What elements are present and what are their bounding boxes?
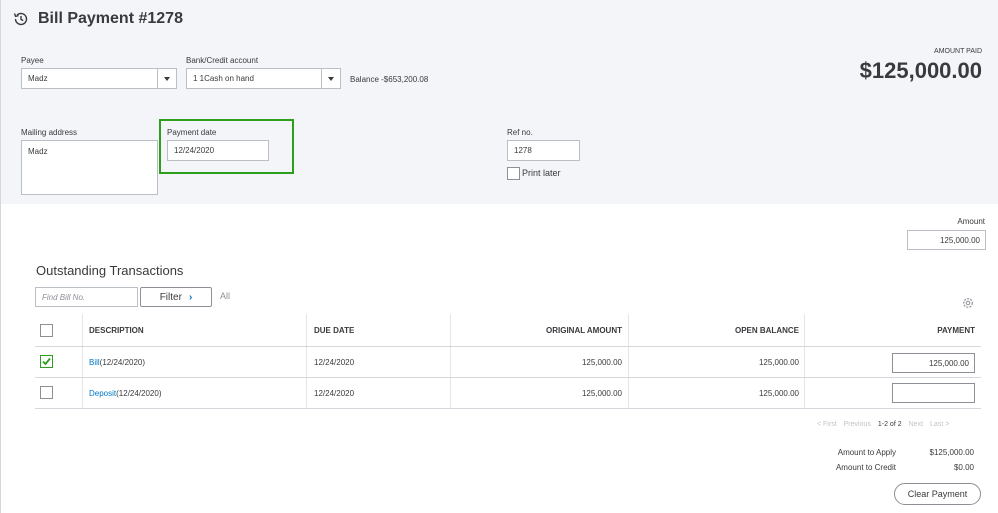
- clear-payment-button[interactable]: Clear Payment: [894, 483, 981, 505]
- row-due-date: 12/24/2020: [314, 357, 355, 367]
- mailing-address-label: Mailing address: [21, 128, 78, 137]
- ref-no-field[interactable]: 1278: [507, 140, 580, 161]
- pagination: < First Previous 1-2 of 2 Next Last >: [817, 421, 949, 428]
- column-header-payment[interactable]: PAYMENT: [937, 314, 975, 346]
- row-checkbox[interactable]: [40, 386, 53, 399]
- row-description-date: (12/24/2020): [116, 388, 162, 398]
- payment-date-label: Payment date: [167, 128, 217, 137]
- filter-label: Filter: [159, 291, 182, 303]
- mailing-address-field[interactable]: Madz: [21, 140, 158, 195]
- title-row: Bill Payment #1278: [12, 10, 183, 28]
- row-due-date: 12/24/2020: [314, 388, 355, 398]
- row-description-date: (12/24/2020): [99, 357, 146, 367]
- pager-next[interactable]: Next: [909, 421, 923, 428]
- payee-value: Madz: [28, 74, 48, 83]
- row-description: Bill (12/24/2020): [89, 347, 145, 377]
- print-later-label: Print later: [522, 168, 561, 178]
- deposit-link[interactable]: Deposit: [89, 389, 116, 398]
- chevron-down-icon[interactable]: [157, 69, 176, 88]
- balance-text: Balance -$653,200.08: [350, 75, 429, 84]
- bill-link[interactable]: Bill: [89, 358, 100, 367]
- payee-label: Payee: [21, 56, 44, 65]
- print-later-checkbox[interactable]: [507, 167, 520, 180]
- checkmark-icon: [42, 357, 51, 366]
- bank-account-value: 1 1Cash on hand: [193, 74, 254, 83]
- gear-icon[interactable]: [961, 296, 975, 310]
- ref-no-label: Ref no.: [507, 128, 533, 137]
- bank-account-select[interactable]: 1 1Cash on hand: [186, 68, 341, 89]
- filter-state-label: All: [220, 291, 231, 301]
- filter-button[interactable]: Filter ›: [140, 287, 212, 307]
- table-row: Bill (12/24/2020) 12/24/2020 125,000.00 …: [35, 347, 981, 378]
- row-checkbox-checked[interactable]: [40, 355, 53, 368]
- pager-previous[interactable]: Previous: [844, 421, 871, 428]
- row-original-amount: 125,000.00: [581, 357, 622, 367]
- amount-label: Amount: [957, 217, 985, 226]
- row-open-balance: 125,000.00: [758, 388, 799, 398]
- amount-paid-label: AMOUNT PAID: [934, 48, 982, 55]
- payee-select[interactable]: Madz: [21, 68, 177, 89]
- table-row: Deposit (12/24/2020) 12/24/2020 125,000.…: [35, 378, 981, 409]
- column-header-description[interactable]: DESCRIPTION: [89, 314, 144, 346]
- pager-last[interactable]: Last >: [930, 421, 949, 428]
- outstanding-transactions-title: Outstanding Transactions: [36, 263, 184, 278]
- payment-input[interactable]: 125,000.00: [892, 353, 975, 373]
- left-divider: [0, 204, 1, 513]
- column-header-original-amount[interactable]: ORIGINAL AMOUNT: [546, 314, 622, 346]
- chevron-right-icon: ›: [188, 291, 193, 303]
- row-description: Deposit (12/24/2020): [89, 378, 162, 408]
- amount-to-apply-value: $125,000.00: [929, 448, 975, 457]
- amount-field[interactable]: 125,000.00: [907, 230, 986, 250]
- row-original-amount: 125,000.00: [581, 388, 622, 398]
- row-open-balance: 125,000.00: [758, 357, 799, 367]
- column-header-open-balance[interactable]: OPEN BALANCE: [735, 314, 799, 346]
- column-header-due-date[interactable]: DUE DATE: [314, 314, 354, 346]
- payment-input[interactable]: [892, 383, 975, 403]
- table-header-row: DESCRIPTION DUE DATE ORIGINAL AMOUNT OPE…: [35, 314, 981, 347]
- amount-paid-value: $125,000.00: [859, 58, 982, 83]
- payment-date-field[interactable]: 12/24/2020: [167, 140, 269, 161]
- amount-to-apply-label: Amount to Apply: [837, 448, 896, 457]
- amount-to-credit-label: Amount to Credit: [835, 463, 896, 472]
- page-title: Bill Payment #1278: [38, 10, 183, 27]
- amount-to-credit-value: $0.00: [953, 463, 974, 472]
- find-bill-input[interactable]: Find Bill No.: [35, 287, 138, 307]
- select-all-checkbox[interactable]: [40, 324, 53, 337]
- pager-first[interactable]: < First: [817, 421, 837, 428]
- bank-account-label: Bank/Credit account: [186, 56, 259, 65]
- chevron-down-icon[interactable]: [321, 69, 340, 88]
- pager-range: 1-2 of 2: [877, 421, 902, 428]
- recent-transactions-icon[interactable]: [12, 10, 30, 28]
